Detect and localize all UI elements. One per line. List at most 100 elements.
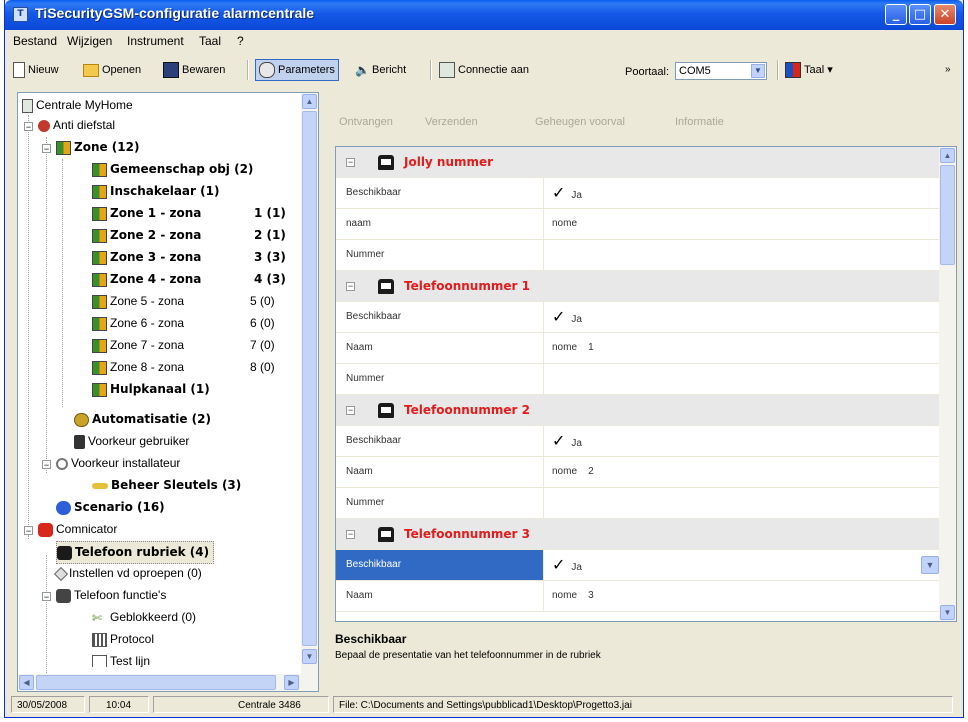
tree-blocked[interactable]: ✄ Geblokkeerd (0): [92, 607, 196, 628]
tree-hscroll-thumb[interactable]: [36, 675, 276, 690]
property-value[interactable]: [546, 364, 552, 394]
tree-zone-item[interactable]: Zone 2 - zona: [92, 225, 201, 246]
scroll-left-icon[interactable]: ◀: [19, 675, 34, 690]
collapse-icon[interactable]: −: [346, 282, 355, 291]
message-button[interactable]: 🔈 Bericht: [355, 60, 406, 80]
port-select[interactable]: COM5 ▼: [675, 62, 767, 80]
save-button[interactable]: Bewaren: [163, 60, 225, 80]
section-header[interactable]: − Telefoonnummer 3: [336, 519, 941, 550]
connect-button[interactable]: Connectie aan: [439, 60, 529, 80]
tree-zone-item[interactable]: Gemeenschap obj (2): [92, 159, 253, 180]
send-button[interactable]: Verzenden: [425, 116, 478, 128]
property-row[interactable]: Nummer: [336, 240, 941, 271]
tree-scroll-thumb[interactable]: [302, 111, 317, 646]
expander-phone-functions[interactable]: −: [42, 592, 51, 602]
tree-scenario[interactable]: Scenario (16): [56, 497, 165, 518]
property-row[interactable]: Beschikbaar ✓ Ja: [336, 426, 941, 457]
property-value[interactable]: nome 1: [546, 333, 594, 363]
property-row[interactable]: Beschikbaar ✓ Ja: [336, 178, 941, 209]
tree-zone-item[interactable]: Zone 7 - zona: [92, 335, 184, 356]
collapse-icon[interactable]: −: [346, 406, 355, 415]
property-row[interactable]: Naam nome 2: [336, 457, 941, 488]
grid-scroll-thumb[interactable]: [940, 165, 955, 265]
tree-zone-item[interactable]: Zone 3 - zona: [92, 247, 201, 268]
grid-scroll-down-icon[interactable]: ▼: [940, 605, 955, 620]
menu-wijzigen[interactable]: Wijzigen: [67, 34, 112, 48]
maximize-button[interactable]: □: [909, 4, 931, 25]
chevron-down-icon[interactable]: ▼: [921, 556, 939, 574]
memory-button[interactable]: Geheugen voorval: [535, 116, 625, 128]
tree-communicator[interactable]: Comnicator: [38, 519, 117, 540]
tree-blocked-label: Geblokkeerd (0): [110, 610, 197, 624]
property-value[interactable]: [546, 488, 552, 518]
section-header[interactable]: − Telefoonnummer 1: [336, 271, 941, 302]
tree-zone-item[interactable]: Zone 1 - zona: [92, 203, 201, 224]
scroll-right-icon[interactable]: ▶: [284, 675, 299, 690]
property-row[interactable]: Beschikbaar ✓ Ja ▼: [336, 550, 941, 581]
close-button[interactable]: ✕: [934, 4, 956, 25]
expander-zone[interactable]: −: [42, 144, 51, 154]
tree-horizontal-scrollbar[interactable]: ◀ ▶: [18, 674, 301, 691]
tree-zone-item[interactable]: Zone 5 - zona: [92, 291, 184, 312]
open-button[interactable]: Openen: [83, 60, 141, 80]
collapse-icon[interactable]: −: [346, 158, 355, 167]
expander-anti-theft[interactable]: −: [24, 122, 33, 132]
tree-zone-item[interactable]: Zone 8 - zona: [92, 357, 184, 378]
tree-vertical-scrollbar[interactable]: ▲ ▼: [301, 93, 318, 691]
tree-zone-item[interactable]: Inschakelaar (1): [92, 181, 219, 202]
property-value[interactable]: ✓ Ja: [546, 426, 582, 456]
collapse-icon[interactable]: −: [346, 530, 355, 539]
property-row[interactable]: Naam nome 3: [336, 581, 941, 612]
parameters-button[interactable]: Parameters: [255, 59, 339, 81]
tree-phone-book[interactable]: Telefoon rubriek (4): [56, 541, 215, 564]
tree-user-pref[interactable]: Voorkeur gebruiker: [74, 431, 189, 452]
expander-communicator[interactable]: −: [24, 526, 33, 536]
property-value[interactable]: nome: [546, 209, 577, 239]
menu-instrument[interactable]: Instrument: [127, 34, 184, 48]
menu-bestand[interactable]: Bestand: [13, 34, 57, 48]
property-row[interactable]: Nummer: [336, 364, 941, 395]
language-button[interactable]: Taal ▾: [785, 60, 833, 80]
scroll-down-icon[interactable]: ▼: [302, 649, 317, 664]
tree-installer-pref[interactable]: Voorkeur installateur: [56, 453, 180, 474]
section-header[interactable]: − Jolly nummer: [336, 147, 941, 178]
property-value[interactable]: ✓ Ja: [546, 550, 582, 580]
section-header[interactable]: − Telefoonnummer 2: [336, 395, 941, 426]
central-unit-icon: [22, 98, 33, 113]
grid-vertical-scrollbar[interactable]: ▲ ▼: [939, 147, 956, 621]
property-row[interactable]: Beschikbaar ✓ Ja: [336, 302, 941, 333]
menu-taal[interactable]: Taal: [199, 34, 221, 48]
menu-help[interactable]: ?: [237, 34, 244, 48]
tree-protocol[interactable]: Protocol: [92, 629, 154, 650]
property-value[interactable]: ✓ Ja: [546, 302, 582, 332]
tree-zone[interactable]: Zone (12): [56, 137, 139, 158]
info-button[interactable]: Informatie: [675, 116, 724, 128]
property-value[interactable]: nome 2: [546, 457, 594, 487]
property-row[interactable]: naam nome: [336, 209, 941, 240]
scroll-up-icon[interactable]: ▲: [302, 94, 317, 109]
title-bar[interactable]: T TiSecurityGSM-configuratie alarmcentra…: [5, 0, 963, 30]
tree-anti-theft[interactable]: Anti diefstal: [38, 115, 115, 136]
app-icon[interactable]: T: [13, 7, 28, 22]
tree-zone-item[interactable]: Zone 6 - zona: [92, 313, 184, 334]
property-value[interactable]: ✓ Ja: [546, 178, 582, 208]
property-value[interactable]: nome 3: [546, 581, 594, 611]
chevron-down-icon[interactable]: ▼: [751, 64, 765, 78]
expander-installer[interactable]: −: [42, 460, 51, 470]
receive-button[interactable]: Ontvangen: [339, 116, 393, 128]
property-value[interactable]: [546, 240, 552, 270]
tree-zone-item[interactable]: Hulpkanaal (1): [92, 379, 210, 400]
toolbar-overflow-button[interactable]: »: [945, 60, 951, 80]
tree-key-mgmt[interactable]: Beheer Sleutels (3): [92, 475, 241, 496]
property-row[interactable]: Naam nome 1: [336, 333, 941, 364]
minimize-button[interactable]: _: [885, 4, 907, 25]
new-button[interactable]: Nieuw: [13, 60, 59, 80]
tree-zone-item[interactable]: Zone 4 - zona: [92, 269, 201, 290]
property-row[interactable]: Nummer: [336, 488, 941, 519]
tree-automation[interactable]: Automatisatie (2): [74, 409, 211, 430]
tree-call-settings[interactable]: Instellen vd oproepen (0): [53, 563, 202, 584]
grid-scroll-up-icon[interactable]: ▲: [940, 148, 955, 163]
tree-test-line[interactable]: Test lijn: [92, 651, 150, 667]
tree-root[interactable]: Centrale MyHome: [22, 95, 133, 116]
tree-phone-functions[interactable]: Telefoon functie's: [56, 585, 166, 606]
